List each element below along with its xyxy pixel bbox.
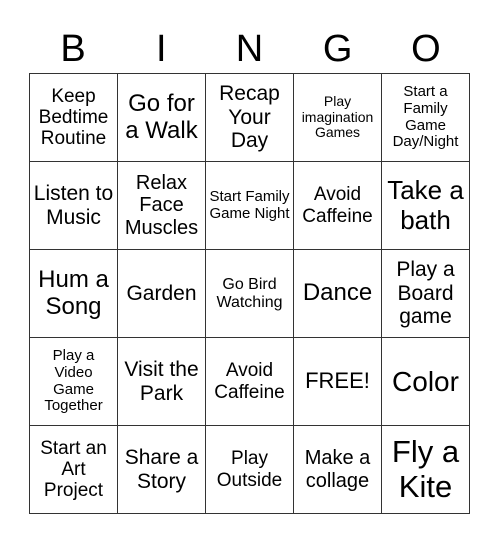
bingo-cell-r0-c2[interactable]: Recap Your Day [206, 74, 294, 162]
bingo-header: B I N G O [29, 28, 470, 70]
cell-text: Make a collage [304, 447, 371, 492]
cell-text: Relax Face Muscles [124, 171, 199, 239]
cell-text: Share a Story [124, 445, 199, 493]
bingo-cell-r2-c4[interactable]: Play a Board game [382, 250, 470, 338]
cell-text: Go for a Walk [125, 89, 198, 144]
cell-text: Play Outside [216, 448, 283, 491]
bingo-cell-r1-c0[interactable]: Listen to Music [30, 162, 118, 250]
cell-text: Go Bird Watching [216, 275, 283, 311]
bingo-cell-r2-c0[interactable]: Hum a Song [30, 250, 118, 338]
bingo-cell-r3-c1[interactable]: Visit the Park [118, 338, 206, 426]
cell-text: Keep Bedtime Routine [38, 85, 109, 150]
bingo-cell-r2-c3[interactable]: Dance [294, 250, 382, 338]
bingo-cell-free[interactable]: FREE! [294, 338, 382, 426]
cell-text: FREE! [305, 368, 370, 394]
bingo-cell-r0-c0[interactable]: Keep Bedtime Routine [30, 74, 118, 162]
cell-text: Hum a Song [38, 265, 109, 320]
bingo-cell-r4-c1[interactable]: Share a Story [118, 426, 206, 514]
bingo-cell-r1-c3[interactable]: Avoid Caffeine [294, 162, 382, 250]
cell-text: Play a Board game [396, 258, 455, 329]
bingo-cell-r3-c0[interactable]: Play a Video Game Together [30, 338, 118, 426]
bingo-cell-r2-c1[interactable]: Garden [118, 250, 206, 338]
bingo-cell-r4-c2[interactable]: Play Outside [206, 426, 294, 514]
cell-text: Start an Art Project [40, 437, 107, 502]
cell-text: Play imagination Games [301, 92, 374, 141]
bingo-cell-r0-c3[interactable]: Play imagination Games [294, 74, 382, 162]
cell-text: Avoid Caffeine [214, 360, 285, 403]
cell-text: Visit the Park [124, 357, 199, 405]
header-letter-i: I [156, 28, 167, 70]
header-letter-b: B [60, 28, 86, 70]
header-letter-o: O [411, 28, 441, 70]
cell-text: Listen to Music [33, 181, 114, 229]
cell-text: Start a Family Game Day/Night [392, 82, 459, 151]
header-letter-n: N [235, 28, 264, 70]
bingo-cell-r0-c4[interactable]: Start a Family Game Day/Night [382, 74, 470, 162]
bingo-cell-r4-c4[interactable]: Fly a Kite [382, 426, 470, 514]
cell-text: Recap Your Day [219, 82, 280, 153]
cell-text: Fly a Kite [391, 433, 460, 504]
bingo-cell-r4-c3[interactable]: Make a collage [294, 426, 382, 514]
cell-text: Garden [126, 281, 197, 305]
cell-text: Avoid Caffeine [302, 184, 373, 227]
bingo-cell-r4-c0[interactable]: Start an Art Project [30, 426, 118, 514]
cell-text: Dance [302, 279, 373, 307]
cell-text: Play a Video Game Together [44, 346, 103, 415]
bingo-cell-r1-c2[interactable]: Start Family Game Night [206, 162, 294, 250]
cell-text: Color [392, 365, 459, 397]
bingo-cell-r3-c4[interactable]: Color [382, 338, 470, 426]
bingo-cell-r2-c2[interactable]: Go Bird Watching [206, 250, 294, 338]
bingo-cell-r0-c1[interactable]: Go for a Walk [118, 74, 206, 162]
bingo-cell-r1-c4[interactable]: Take a bath [382, 162, 470, 250]
header-letter-g: G [322, 28, 353, 70]
bingo-grid: Keep Bedtime Routine Go for a Walk Recap… [29, 73, 470, 514]
cell-text: Start Family Game Night [209, 187, 290, 222]
bingo-cell-r1-c1[interactable]: Relax Face Muscles [118, 162, 206, 250]
cell-text: Take a bath [387, 175, 464, 235]
bingo-cell-r3-c2[interactable]: Avoid Caffeine [206, 338, 294, 426]
